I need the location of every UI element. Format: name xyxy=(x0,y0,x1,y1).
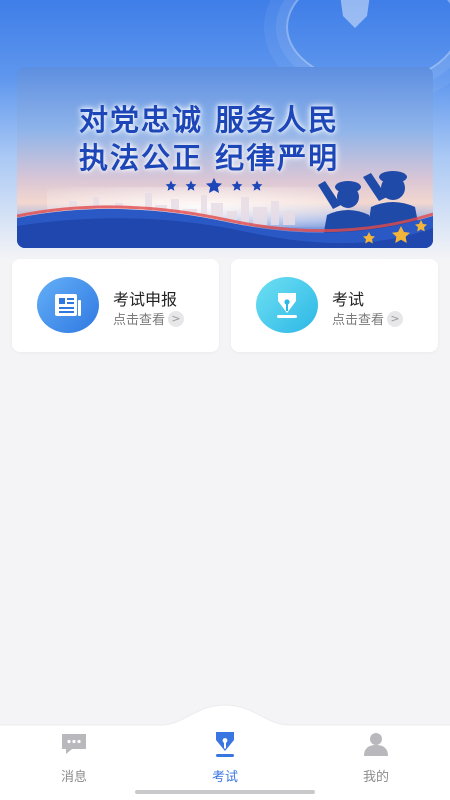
chat-icon xyxy=(59,730,89,758)
tab-label: 我的 xyxy=(362,770,389,785)
card-title: 考试 xyxy=(332,290,365,309)
exam-card[interactable]: 考试 点击查看 > xyxy=(231,259,438,352)
tab-label: 考试 xyxy=(211,770,238,785)
home-indicator[interactable] xyxy=(135,790,315,794)
exam-application-card[interactable]: 考试申报 点击查看 > xyxy=(12,259,219,352)
tab-exam[interactable]: 考试 xyxy=(175,730,275,785)
pen-nib-icon xyxy=(210,730,240,758)
tab-label: 消息 xyxy=(60,770,87,785)
card-subtitle-text: 点击查看 xyxy=(332,313,385,328)
chevron-right-icon: > xyxy=(387,310,404,327)
card-subtitle-text: 点击查看 xyxy=(113,313,166,328)
document-icon xyxy=(37,277,99,333)
user-icon xyxy=(361,730,391,758)
card-title: 考试申报 xyxy=(113,290,178,309)
bottom-tab-bar: 消息 考试 我的 xyxy=(0,700,450,800)
chevron-right-icon: > xyxy=(168,310,185,327)
banner-wave xyxy=(17,205,433,248)
card-subtitle: 点击查看 > xyxy=(332,309,404,328)
card-subtitle: 点击查看 > xyxy=(113,309,185,328)
tab-messages[interactable]: 消息 xyxy=(24,730,124,785)
banner-slogan-line1: 对党忠诚 服务人民 xyxy=(79,103,340,137)
banner[interactable]: 对党忠诚 服务人民 执法公正 纪律严明 xyxy=(17,67,433,248)
pen-nib-icon xyxy=(256,277,318,333)
tab-profile[interactable]: 我的 xyxy=(326,730,426,785)
